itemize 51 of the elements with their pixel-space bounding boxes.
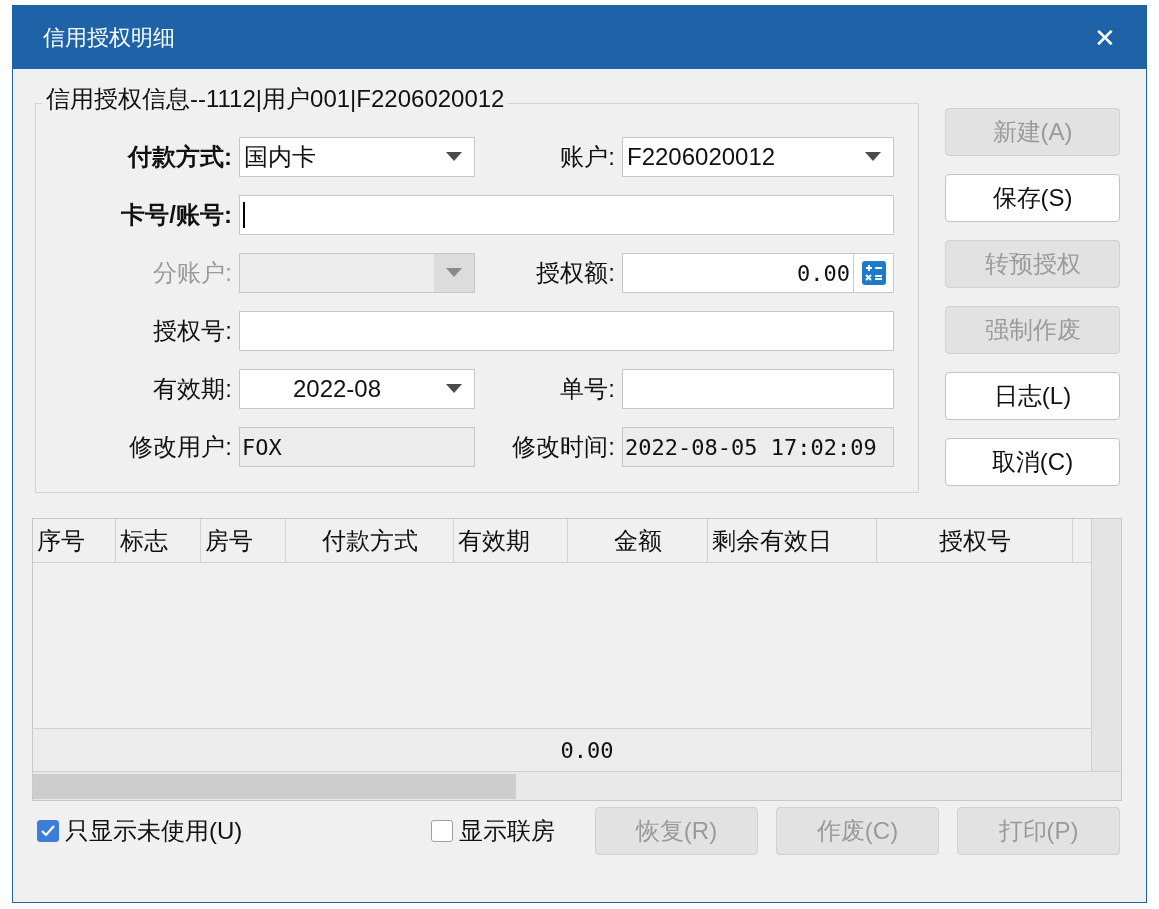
- field-label: 账户:: [559, 142, 616, 172]
- dropdown-caret-icon: [446, 152, 462, 162]
- dropdown-value: 2022-08: [291, 374, 383, 404]
- dropdown-field[interactable]: F2206020012: [622, 137, 894, 177]
- field-label: 付款方式:: [126, 142, 233, 172]
- field-label: 修改时间:: [511, 432, 616, 462]
- vertical-scrollbar[interactable]: [1091, 519, 1121, 771]
- checkbox-label[interactable]: 只显示未使用(U): [65, 813, 243, 849]
- dropdown-caret-icon: [446, 268, 462, 278]
- field-label: 单号:: [559, 374, 616, 404]
- column-header[interactable]: 金额: [568, 519, 708, 562]
- action-button[interactable]: 保存(S): [945, 174, 1120, 222]
- amount-field[interactable]: 0.00: [622, 253, 854, 293]
- close-button[interactable]: ✕: [1094, 24, 1116, 51]
- scrollbar-thumb[interactable]: [33, 773, 516, 799]
- field-label: 授权额:: [535, 258, 616, 288]
- dropdown-caret-icon: [865, 152, 881, 162]
- checkbox-label[interactable]: 显示联房: [459, 813, 555, 849]
- input-field[interactable]: [239, 195, 894, 235]
- field-label: 分账户:: [152, 258, 233, 288]
- dropdown-value: F2206020012: [626, 142, 777, 172]
- column-header[interactable]: 剩余有效日: [708, 519, 877, 562]
- column-header[interactable]: 标志: [116, 519, 201, 562]
- column-header[interactable]: 授权号: [877, 519, 1073, 562]
- group-title: 信用授权信息--1112|用户001|F2206020012: [42, 84, 509, 114]
- column-header[interactable]: 序号: [33, 519, 116, 562]
- readonly-field: 2022-08-05 17:02:09: [622, 427, 894, 467]
- text-cursor: [243, 202, 245, 228]
- dropdown-field[interactable]: 国内卡: [239, 137, 475, 177]
- total-amount: 0.00: [560, 736, 614, 765]
- column-header[interactable]: 房号: [201, 519, 286, 562]
- input-field[interactable]: [239, 311, 894, 351]
- checkbox[interactable]: [431, 820, 453, 842]
- column-header[interactable]: 付款方式: [286, 519, 454, 562]
- checkbox[interactable]: [37, 820, 59, 842]
- check-icon: [41, 825, 55, 837]
- action-button[interactable]: 日志(L): [945, 372, 1120, 420]
- field-label: 修改用户:: [128, 432, 233, 462]
- column-header[interactable]: 有效期: [454, 519, 568, 562]
- dropdown-value: 国内卡: [243, 142, 317, 172]
- field-label: 有效期:: [152, 374, 233, 404]
- dropdown-caret-icon: [446, 384, 462, 394]
- window-title: 信用授权明细: [43, 24, 175, 52]
- field-label: 授权号:: [152, 316, 233, 346]
- field-label: 卡号/账号:: [120, 200, 233, 230]
- action-button[interactable]: 取消(C): [945, 438, 1120, 486]
- input-field[interactable]: [622, 369, 894, 409]
- readonly-field: FOX: [239, 427, 475, 467]
- horizontal-scrollbar[interactable]: [33, 771, 1121, 800]
- dropdown-field[interactable]: 2022-08: [239, 369, 475, 409]
- calculator-icon[interactable]: [861, 261, 886, 285]
